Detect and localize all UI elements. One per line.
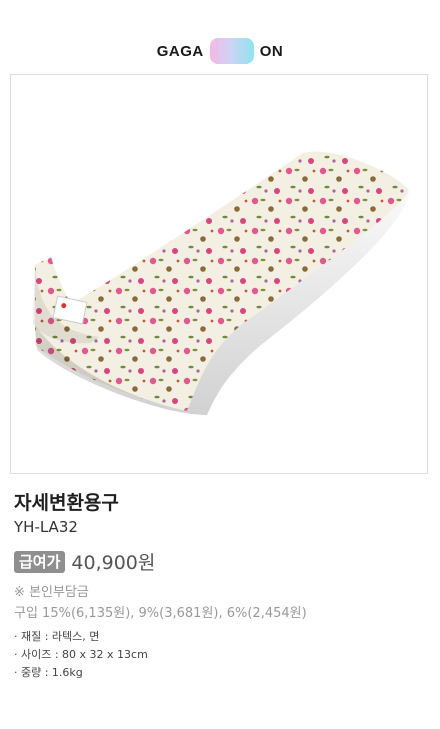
copay-note: ※ 본인부담금 xyxy=(14,585,89,600)
spec-weight: · 중량 : 1.6kg xyxy=(14,666,83,679)
logo-text-right: ON xyxy=(259,42,284,60)
brand-logo[interactable]: GAGA ON xyxy=(0,38,440,64)
purchase-copay-info: 구입 15%(6,135원), 9%(3,681원), 6%(2,454원) xyxy=(14,606,307,621)
product-image xyxy=(33,151,410,415)
spec-list: · 재질 : 라텍스, 면 · 사이즈 : 80 x 32 x 13cm · 중… xyxy=(14,628,148,682)
payment-badge: 급여가 xyxy=(14,550,66,573)
spec-material: · 재질 : 라텍스, 면 xyxy=(14,630,100,643)
product-image-frame[interactable] xyxy=(10,74,428,474)
price-row: 급여가 40,900원 xyxy=(14,548,155,575)
product-model: YH-LA32 xyxy=(14,518,78,536)
product-price: 40,900원 xyxy=(71,552,156,574)
logo-text-left: GAGA xyxy=(156,42,204,60)
product-title: 자세변환용구 xyxy=(14,492,119,514)
spec-size: · 사이즈 : 80 x 32 x 13cm xyxy=(14,648,148,661)
logo-gradient-pill xyxy=(209,38,254,64)
